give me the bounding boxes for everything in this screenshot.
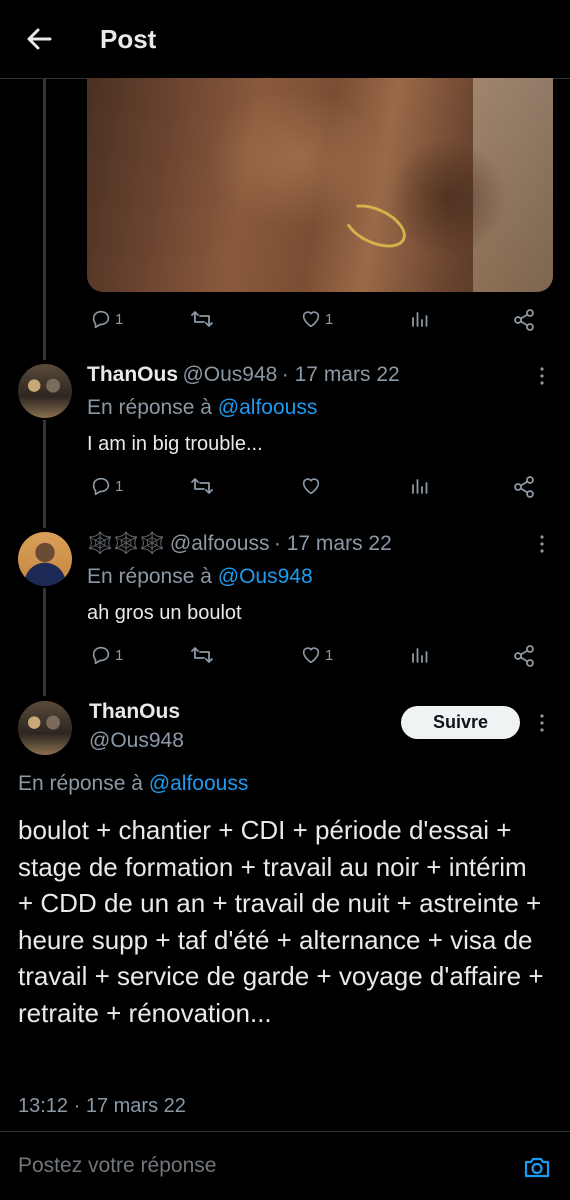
views-icon [412, 648, 428, 663]
tweet-header: ThanOus @Ous948 · 17 mars 22 [87, 363, 400, 387]
views-icon [412, 479, 428, 494]
reply-icon [92, 646, 110, 665]
repost-icon [191, 311, 213, 327]
reply-to-link[interactable]: @Ous948 [218, 565, 313, 588]
like-button[interactable]: 1 [300, 644, 333, 666]
reply-context: En réponse à @Ous948 [87, 565, 313, 588]
share-button[interactable] [512, 475, 536, 499]
more-options-icon[interactable] [532, 534, 552, 559]
page-title: Post [100, 24, 157, 54]
tweet-header: 🕸️🕸️🕸️ @alfoouss · 17 mars 22 [87, 532, 392, 556]
reply-button[interactable]: 1 [90, 308, 123, 330]
repost-button[interactable] [190, 308, 214, 330]
views-button[interactable] [409, 308, 431, 330]
display-name[interactable]: 🕸️🕸️🕸️ [87, 532, 165, 555]
avatar[interactable] [18, 532, 72, 586]
back-arrow-icon[interactable] [22, 22, 56, 56]
tweet-date[interactable]: · 17 mars 22 [274, 532, 392, 555]
more-options-icon[interactable] [532, 713, 552, 738]
share-button[interactable] [512, 644, 536, 668]
reply-button[interactable]: 1 [90, 475, 123, 497]
follow-button[interactable]: Suivre [401, 706, 520, 739]
divider [0, 1131, 570, 1132]
thread-line [43, 420, 46, 528]
thread-line [43, 78, 46, 360]
tweet-text: ah gros un boulot [87, 602, 242, 624]
user-handle[interactable]: @Ous948 [89, 729, 184, 753]
heart-icon [302, 478, 320, 495]
repost-icon [191, 478, 213, 494]
repost-button[interactable] [190, 644, 214, 666]
thread-line [43, 588, 46, 696]
reply-to-link[interactable]: @alfoouss [149, 772, 249, 795]
repost-icon [191, 647, 213, 663]
views-icon [412, 312, 428, 327]
share-button[interactable] [512, 308, 536, 332]
reply-icon [92, 477, 110, 496]
reply-input[interactable]: Postez votre réponse [18, 1154, 216, 1178]
repost-button[interactable] [190, 475, 214, 497]
like-button[interactable] [300, 475, 325, 497]
more-options-icon[interactable] [532, 366, 552, 391]
views-button[interactable] [409, 644, 431, 666]
tweet-date[interactable]: · 17 mars 22 [282, 363, 400, 386]
display-name[interactable]: ThanOus [89, 700, 180, 724]
like-button[interactable]: 1 [300, 308, 333, 330]
reply-context: En réponse à @alfoouss [18, 772, 249, 795]
views-button[interactable] [409, 475, 431, 497]
tweet-text: I am in big trouble... [87, 433, 263, 455]
reply-context: En réponse à @alfoouss [87, 396, 318, 419]
reply-to-link[interactable]: @alfoouss [218, 396, 318, 419]
tweet-actions: 1 [87, 475, 553, 499]
user-handle[interactable]: @Ous948 [182, 363, 277, 386]
heart-icon [302, 311, 320, 328]
heart-icon [302, 647, 320, 664]
post-media-image[interactable] [87, 78, 553, 292]
main-tweet-text: boulot + chantier + CDI + période d'essa… [18, 815, 544, 1028]
post-actions: 1 1 [87, 308, 553, 332]
share-icon [514, 645, 534, 667]
reply-button[interactable]: 1 [90, 644, 123, 666]
camera-icon[interactable] [522, 1152, 552, 1187]
avatar[interactable] [18, 364, 72, 418]
tweet-actions: 1 1 [87, 644, 553, 668]
top-bar: Post [0, 0, 570, 79]
reply-icon [92, 310, 110, 329]
avatar[interactable] [18, 701, 72, 755]
share-icon [514, 476, 534, 498]
tweet-timestamp[interactable]: 13:12 · 17 mars 22 [18, 1095, 186, 1118]
share-icon [514, 309, 534, 331]
display-name[interactable]: ThanOus [87, 363, 178, 386]
user-handle[interactable]: @alfoouss [170, 532, 270, 555]
